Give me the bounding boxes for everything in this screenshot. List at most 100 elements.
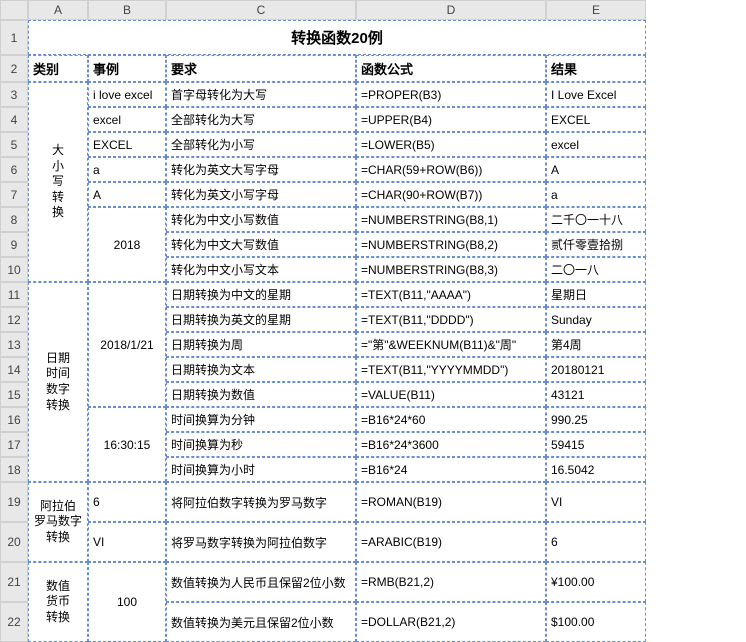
cell[interactable]: 数值转换为人民币且保留2位小数 bbox=[166, 562, 356, 602]
cell[interactable]: =RMB(B21,2) bbox=[356, 562, 546, 602]
cell[interactable]: 时间换算为小时 bbox=[166, 457, 356, 482]
cell[interactable]: 时间换算为分钟 bbox=[166, 407, 356, 432]
cell[interactable]: 二千〇一十八 bbox=[546, 207, 646, 232]
row-header[interactable]: 12 bbox=[0, 307, 28, 332]
cell[interactable]: 数值转换为美元且保留2位小数 bbox=[166, 602, 356, 642]
cell[interactable]: excel bbox=[546, 132, 646, 157]
cell[interactable]: =ROMAN(B19) bbox=[356, 482, 546, 522]
cell[interactable]: 转化为英文小写字母 bbox=[166, 182, 356, 207]
cell[interactable]: VI bbox=[546, 482, 646, 522]
cell[interactable]: 二〇一八 bbox=[546, 257, 646, 282]
col-header[interactable]: E bbox=[546, 0, 646, 20]
col-header[interactable]: D bbox=[356, 0, 546, 20]
header-formula[interactable]: 函数公式 bbox=[356, 55, 546, 82]
header-requirement[interactable]: 要求 bbox=[166, 55, 356, 82]
row-header[interactable]: 8 bbox=[0, 207, 28, 232]
cell[interactable]: A bbox=[546, 157, 646, 182]
cell[interactable]: =B16*24*60 bbox=[356, 407, 546, 432]
cell[interactable]: 43121 bbox=[546, 382, 646, 407]
col-header[interactable]: A bbox=[28, 0, 88, 20]
cell[interactable]: 990.25 bbox=[546, 407, 646, 432]
cell[interactable]: =UPPER(B4) bbox=[356, 107, 546, 132]
cell[interactable]: =ARABIC(B19) bbox=[356, 522, 546, 562]
cell[interactable]: 6 bbox=[546, 522, 646, 562]
cell[interactable]: 16.5042 bbox=[546, 457, 646, 482]
cell[interactable]: I Love Excel bbox=[546, 82, 646, 107]
row-header[interactable]: 2 bbox=[0, 55, 28, 82]
row-header[interactable]: 15 bbox=[0, 382, 28, 407]
cell[interactable]: Sunday bbox=[546, 307, 646, 332]
cell[interactable]: ="第"&WEEKNUM(B11)&"周" bbox=[356, 332, 546, 357]
cell-merged[interactable]: 16:30:15 bbox=[88, 407, 166, 482]
category-roman[interactable]: 阿拉伯罗马数字转换 bbox=[28, 482, 88, 562]
cell[interactable]: A bbox=[88, 182, 166, 207]
cell[interactable]: 转化为中文小写文本 bbox=[166, 257, 356, 282]
cell[interactable]: 首字母转化为大写 bbox=[166, 82, 356, 107]
cell[interactable]: =TEXT(B11,"YYYYMMDD") bbox=[356, 357, 546, 382]
row-header[interactable]: 9 bbox=[0, 232, 28, 257]
cell[interactable]: 星期日 bbox=[546, 282, 646, 307]
category-case[interactable]: 大小写转换 bbox=[28, 82, 88, 282]
cell[interactable]: =VALUE(B11) bbox=[356, 382, 546, 407]
cell[interactable]: ¥100.00 bbox=[546, 562, 646, 602]
row-header[interactable]: 22 bbox=[0, 602, 28, 642]
cell[interactable]: 日期转换为中文的星期 bbox=[166, 282, 356, 307]
cell[interactable]: =CHAR(90+ROW(B7)) bbox=[356, 182, 546, 207]
row-header[interactable]: 6 bbox=[0, 157, 28, 182]
row-header[interactable]: 16 bbox=[0, 407, 28, 432]
cell[interactable]: =TEXT(B11,"DDDD") bbox=[356, 307, 546, 332]
row-header[interactable]: 17 bbox=[0, 432, 28, 457]
col-header[interactable]: C bbox=[166, 0, 356, 20]
row-header[interactable]: 13 bbox=[0, 332, 28, 357]
header-category[interactable]: 类别 bbox=[28, 55, 88, 82]
cell[interactable]: =NUMBERSTRING(B8,2) bbox=[356, 232, 546, 257]
cell[interactable]: 6 bbox=[88, 482, 166, 522]
row-header[interactable]: 1 bbox=[0, 20, 28, 55]
cell[interactable]: 将罗马数字转换为阿拉伯数字 bbox=[166, 522, 356, 562]
row-header[interactable]: 11 bbox=[0, 282, 28, 307]
cell[interactable]: =B16*24 bbox=[356, 457, 546, 482]
cell[interactable]: 日期转换为文本 bbox=[166, 357, 356, 382]
cell[interactable]: 转化为中文小写数值 bbox=[166, 207, 356, 232]
cell-merged[interactable]: 2018 bbox=[88, 207, 166, 282]
cell[interactable]: =CHAR(59+ROW(B6)) bbox=[356, 157, 546, 182]
cell[interactable]: 时间换算为秒 bbox=[166, 432, 356, 457]
cell[interactable]: 全部转化为大写 bbox=[166, 107, 356, 132]
row-header[interactable]: 4 bbox=[0, 107, 28, 132]
cell[interactable]: =NUMBERSTRING(B8,1) bbox=[356, 207, 546, 232]
row-header[interactable]: 3 bbox=[0, 82, 28, 107]
cell[interactable]: 转化为英文大写字母 bbox=[166, 157, 356, 182]
category-money[interactable]: 数值货币转换 bbox=[28, 562, 88, 642]
cell[interactable]: 全部转化为小写 bbox=[166, 132, 356, 157]
cell[interactable]: a bbox=[88, 157, 166, 182]
row-header[interactable]: 19 bbox=[0, 482, 28, 522]
row-header[interactable]: 20 bbox=[0, 522, 28, 562]
cell[interactable]: 59415 bbox=[546, 432, 646, 457]
row-header[interactable]: 10 bbox=[0, 257, 28, 282]
cell[interactable]: EXCEL bbox=[546, 107, 646, 132]
row-header[interactable]: 5 bbox=[0, 132, 28, 157]
header-example[interactable]: 事例 bbox=[88, 55, 166, 82]
cell[interactable]: 日期转换为数值 bbox=[166, 382, 356, 407]
cell[interactable]: 日期转换为英文的星期 bbox=[166, 307, 356, 332]
row-header[interactable]: 14 bbox=[0, 357, 28, 382]
corner-cell[interactable] bbox=[0, 0, 28, 20]
cell[interactable]: i love excel bbox=[88, 82, 166, 107]
sheet-title[interactable]: 转换函数20例 bbox=[28, 20, 646, 55]
cell[interactable]: =NUMBERSTRING(B8,3) bbox=[356, 257, 546, 282]
cell[interactable]: $100.00 bbox=[546, 602, 646, 642]
cell[interactable]: =PROPER(B3) bbox=[356, 82, 546, 107]
cell[interactable]: a bbox=[546, 182, 646, 207]
cell[interactable]: =LOWER(B5) bbox=[356, 132, 546, 157]
cell-merged[interactable]: 2018/1/21 bbox=[88, 282, 166, 407]
cell-merged[interactable]: 100 bbox=[88, 562, 166, 642]
header-result[interactable]: 结果 bbox=[546, 55, 646, 82]
cell[interactable]: 将阿拉伯数字转换为罗马数字 bbox=[166, 482, 356, 522]
row-header[interactable]: 7 bbox=[0, 182, 28, 207]
cell[interactable]: =TEXT(B11,"AAAA") bbox=[356, 282, 546, 307]
row-header[interactable]: 21 bbox=[0, 562, 28, 602]
cell[interactable]: 20180121 bbox=[546, 357, 646, 382]
cell[interactable]: 转化为中文大写数值 bbox=[166, 232, 356, 257]
category-date[interactable]: 日期时间数字转换 bbox=[28, 282, 88, 482]
col-header[interactable]: B bbox=[88, 0, 166, 20]
